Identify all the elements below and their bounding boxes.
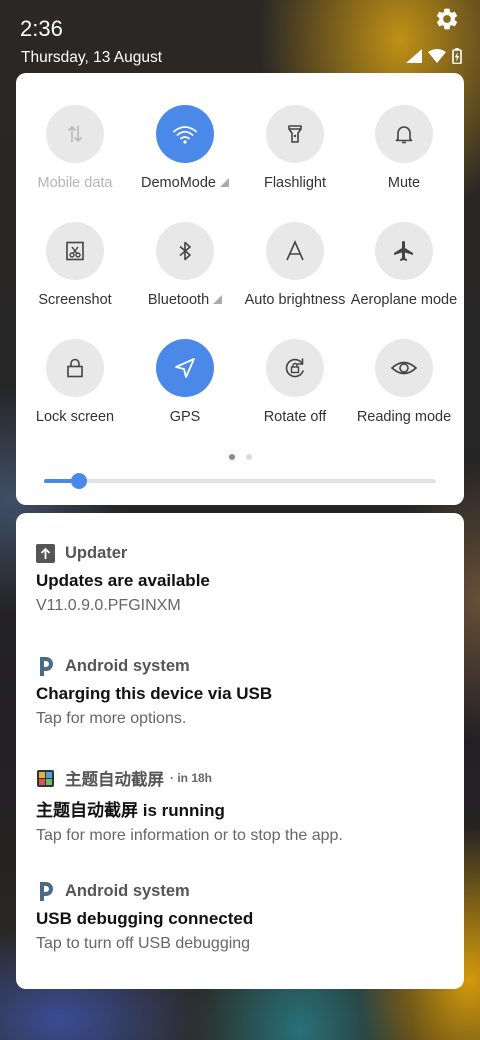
gps-toggle[interactable] (156, 339, 214, 397)
bluetooth-icon (179, 241, 191, 261)
notification-app-name: 主题自动截屏 (65, 771, 164, 789)
lock-icon (67, 358, 83, 378)
android-system-icon (36, 881, 55, 901)
lock-screen-toggle[interactable] (46, 339, 104, 397)
android-system-icon (36, 656, 55, 676)
signal-icon (406, 49, 422, 63)
tile-label: Lock screen (35, 409, 115, 425)
tile-aeroplane[interactable]: Aeroplane mode (349, 222, 459, 308)
notification-app-name: Updater (65, 543, 128, 562)
tile-label: Mute (387, 175, 421, 191)
notification-app-name: Android system (65, 656, 190, 675)
tile-mobile-data[interactable]: Mobile data (20, 105, 130, 191)
aeroplane-toggle[interactable] (375, 222, 433, 280)
tile-wifi[interactable]: DemoMode (130, 105, 240, 191)
page-indicator (16, 454, 464, 460)
wifi-status-icon (428, 49, 446, 63)
tile-label-text: DemoMode (141, 175, 216, 191)
notification-theme-screenshot[interactable]: 主题自动截屏 · in 18h 主题自动截屏 is running Tap fo… (36, 766, 446, 845)
wifi-icon (173, 126, 197, 144)
notification-usb-debugging[interactable]: Android system USB debugging connected T… (36, 879, 446, 953)
notification-header: 主题自动截屏 · in 18h (36, 766, 446, 790)
screenshot-icon (66, 241, 84, 261)
flashlight-icon (288, 125, 302, 143)
tile-label: GPS (169, 409, 201, 425)
bell-icon (395, 126, 413, 144)
wifi-toggle[interactable] (156, 105, 214, 163)
notification-text: Tap for more information or to stop the … (36, 827, 343, 844)
notification-text: Tap to turn off USB debugging (36, 935, 251, 952)
auto-brightness-toggle[interactable] (266, 222, 324, 280)
notification-header: Updater (36, 541, 446, 565)
airplane-icon (394, 241, 413, 261)
notification-title: Updates are available (36, 571, 210, 590)
tile-rotate[interactable]: Rotate off (240, 339, 350, 425)
notification-title: 主题自动截屏 is running (36, 801, 225, 820)
mobile-data-toggle[interactable] (46, 105, 104, 163)
notification-time: · in 18h (170, 771, 213, 785)
date: Thursday, 13 August (21, 49, 163, 66)
tile-gps[interactable]: GPS (130, 339, 240, 425)
rotate-lock-icon (285, 358, 304, 378)
tile-label: Bluetooth (130, 292, 240, 308)
clock: 2:36 (20, 16, 63, 41)
tile-mute[interactable]: Mute (349, 105, 459, 191)
tile-reading-mode[interactable]: Reading mode (349, 339, 459, 425)
tile-auto-brightness[interactable]: Auto brightness (240, 222, 350, 308)
rotate-toggle[interactable] (266, 339, 324, 397)
notification-usb-charging[interactable]: Android system Charging this device via … (36, 654, 446, 728)
mobile-data-icon (67, 125, 83, 143)
tile-lock-screen[interactable]: Lock screen (20, 339, 130, 425)
tile-label: Reading mode (356, 409, 452, 425)
notification-panel: Updater Updates are available V11.0.9.0.… (16, 513, 464, 989)
notification-updater[interactable]: Updater Updates are available V11.0.9.0.… (36, 541, 446, 615)
tile-label: Screenshot (38, 292, 112, 308)
page-dot[interactable] (245, 454, 252, 460)
tile-label: Rotate off (263, 409, 327, 425)
tile-label-text: Bluetooth (147, 292, 210, 308)
screenshot-toggle[interactable] (46, 222, 104, 280)
notification-header: Android system (36, 879, 446, 903)
tile-label: DemoMode (130, 175, 240, 191)
brightness-slider[interactable] (44, 473, 436, 489)
menu-triangle-icon (219, 178, 229, 187)
tile-screenshot[interactable]: Screenshot (20, 222, 130, 308)
location-icon (175, 358, 195, 378)
battery-charging-icon (452, 48, 462, 64)
notification-text: V11.0.9.0.PFGINXM (36, 597, 181, 614)
notification-title: Charging this device via USB (36, 684, 273, 703)
notification-title: USB debugging connected (36, 909, 254, 928)
notification-header: Android system (36, 654, 446, 678)
notification-app-name: Android system (65, 881, 190, 900)
tile-flashlight[interactable]: Flashlight (240, 105, 350, 191)
flashlight-toggle[interactable] (266, 105, 324, 163)
eye-icon (390, 361, 418, 375)
menu-triangle-icon (213, 295, 223, 304)
tile-label: Mobile data (37, 175, 113, 191)
tile-bluetooth[interactable]: Bluetooth (130, 222, 240, 308)
status-icons (406, 48, 462, 64)
notification-text: Tap for more options. (36, 710, 187, 727)
tile-label: Aeroplane mode (350, 292, 458, 308)
app-thumbnail-icon (36, 769, 55, 788)
tile-label: Auto brightness (244, 292, 346, 308)
bluetooth-toggle[interactable] (156, 222, 214, 280)
brightness-slider-thumb[interactable] (71, 473, 88, 489)
status-bar: 2:36 Thursday, 13 August (0, 0, 480, 70)
auto-brightness-icon (286, 240, 304, 261)
tile-label: Flashlight (263, 175, 327, 191)
settings-gear-icon[interactable] (434, 6, 460, 32)
mute-toggle[interactable] (375, 105, 433, 163)
updater-icon (36, 543, 55, 563)
quick-settings-panel: Mobile data DemoMode Flashlight Mute Scr… (16, 73, 464, 505)
page-dot-active[interactable] (228, 454, 235, 460)
reading-mode-toggle[interactable] (375, 339, 433, 397)
